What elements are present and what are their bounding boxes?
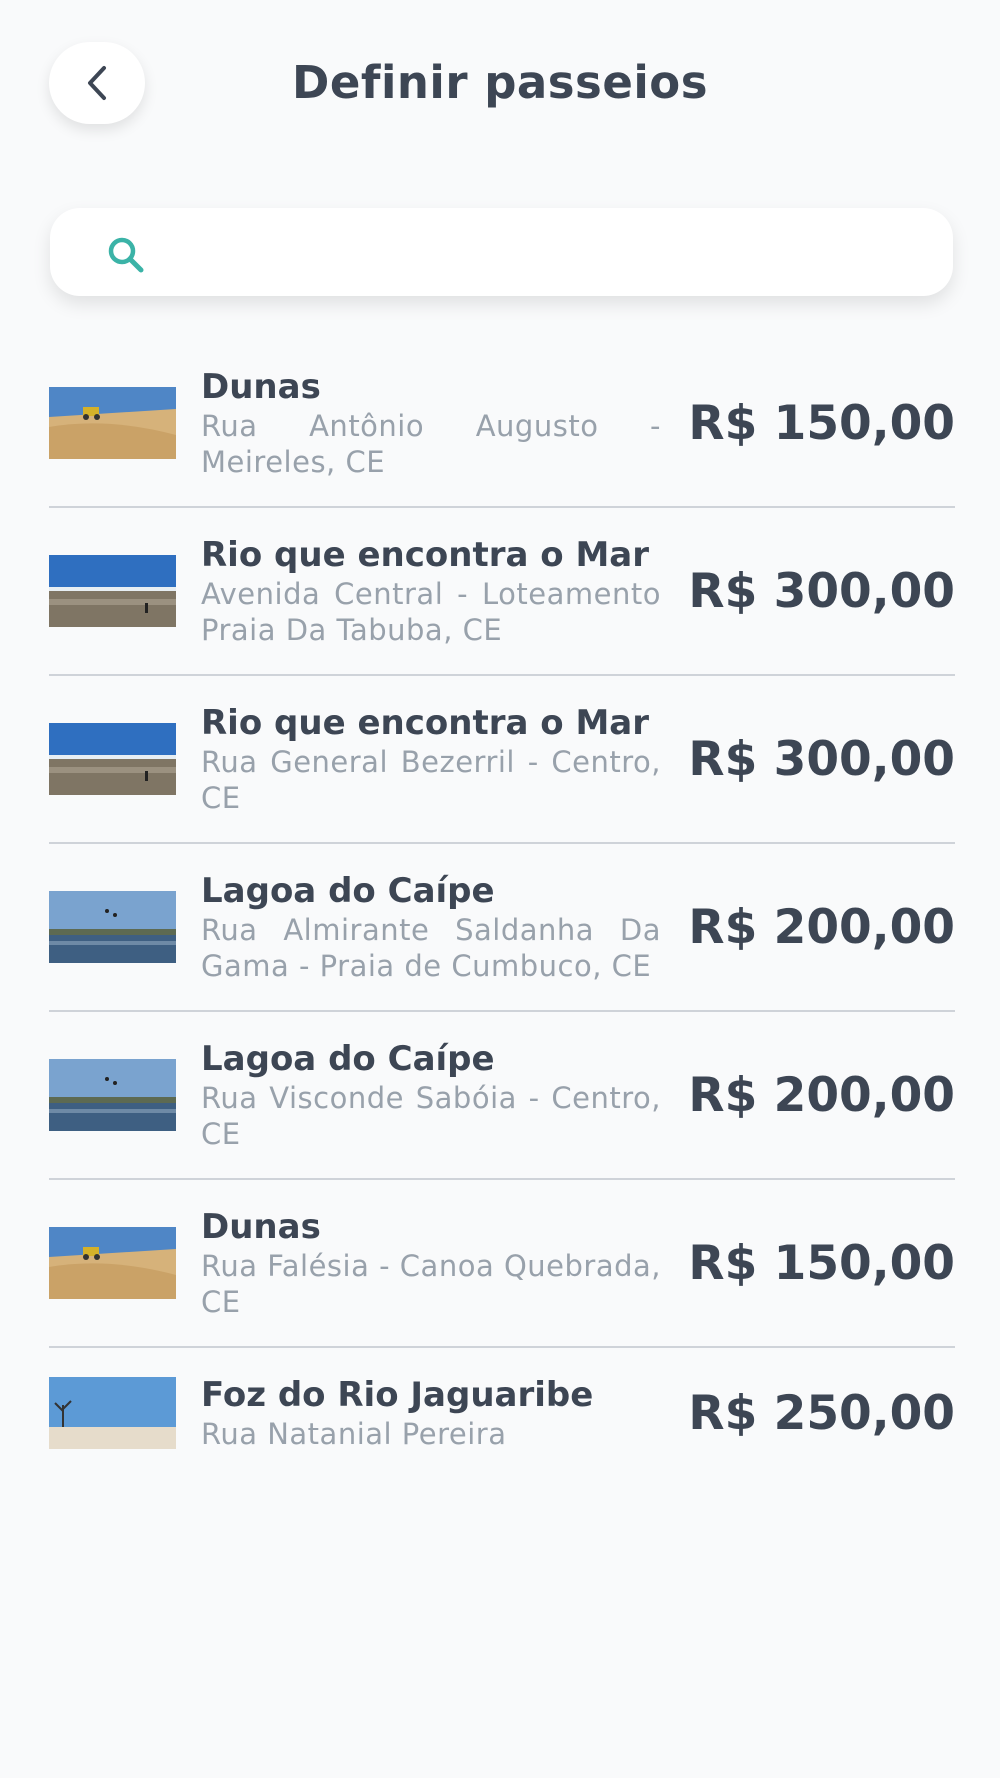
tour-list: Dunas Rua Antônio Augusto - Meireles, CE… [49, 340, 955, 1740]
tour-address: Rua General Bezerril - Centro, CE [201, 745, 661, 815]
tour-name: Lagoa do Caípe [201, 871, 495, 911]
tour-row[interactable]: Lagoa do Caípe Rua Almirante Saldanha Da… [49, 844, 955, 1012]
dunes-image [49, 1227, 176, 1299]
tour-address: Rua Almirante Saldanha Da Gama - Praia d… [201, 913, 661, 983]
tour-address: Avenida Central - Loteamento Praia Da Ta… [201, 577, 661, 647]
tour-address: Rua Natanial Pereira [201, 1417, 507, 1451]
tour-row[interactable]: Dunas Rua Antônio Augusto - Meireles, CE… [49, 340, 955, 508]
tour-address: Rua Antônio Augusto - Meireles, CE [201, 409, 661, 479]
tour-price: R$ 300,00 [688, 731, 955, 787]
tour-address: Rua Visconde Sabóia - Centro, CE [201, 1081, 661, 1151]
search-bar[interactable] [50, 208, 953, 296]
tour-price: R$ 150,00 [688, 1235, 955, 1291]
page-title: Definir passeios [292, 56, 708, 109]
tour-thumbnail [49, 723, 176, 795]
tour-price: R$ 200,00 [688, 1067, 955, 1123]
tour-address: Rua Falésia - Canoa Quebrada, CE [201, 1249, 661, 1319]
dunes-image [49, 387, 176, 459]
tour-thumbnail [49, 387, 176, 459]
header: Definir passeios [0, 0, 1000, 170]
tour-name: Lagoa do Caípe [201, 1039, 495, 1079]
river-mouth-image [49, 1377, 176, 1449]
lagoon-image [49, 1059, 176, 1131]
tour-thumbnail [49, 891, 176, 963]
tour-row[interactable]: Rio que encontra o Mar Rua General Bezer… [49, 676, 955, 844]
tour-row[interactable]: Rio que encontra o Mar Avenida Central -… [49, 508, 955, 676]
tour-thumbnail [49, 1227, 176, 1299]
tour-price: R$ 250,00 [688, 1385, 955, 1441]
search-icon [108, 237, 144, 273]
tour-name: Dunas [201, 367, 321, 407]
tour-price: R$ 300,00 [688, 563, 955, 619]
search-input[interactable] [170, 226, 934, 280]
tour-price: R$ 150,00 [688, 395, 955, 451]
tour-name: Rio que encontra o Mar [201, 703, 649, 743]
tour-price: R$ 200,00 [688, 899, 955, 955]
tour-name: Rio que encontra o Mar [201, 535, 649, 575]
tour-row[interactable]: Foz do Rio Jaguaribe Rua Natanial Pereir… [49, 1348, 955, 1478]
tour-name: Foz do Rio Jaguaribe [201, 1375, 594, 1415]
river-sea-image [49, 723, 176, 795]
lagoon-image [49, 891, 176, 963]
tour-name: Dunas [201, 1207, 321, 1247]
river-sea-image [49, 555, 176, 627]
tour-row[interactable]: Lagoa do Caípe Rua Visconde Sabóia - Cen… [49, 1012, 955, 1180]
tour-row[interactable]: Dunas Rua Falésia - Canoa Quebrada, CE R… [49, 1180, 955, 1348]
tour-thumbnail [49, 555, 176, 627]
tour-thumbnail [49, 1059, 176, 1131]
tour-thumbnail [49, 1377, 176, 1449]
